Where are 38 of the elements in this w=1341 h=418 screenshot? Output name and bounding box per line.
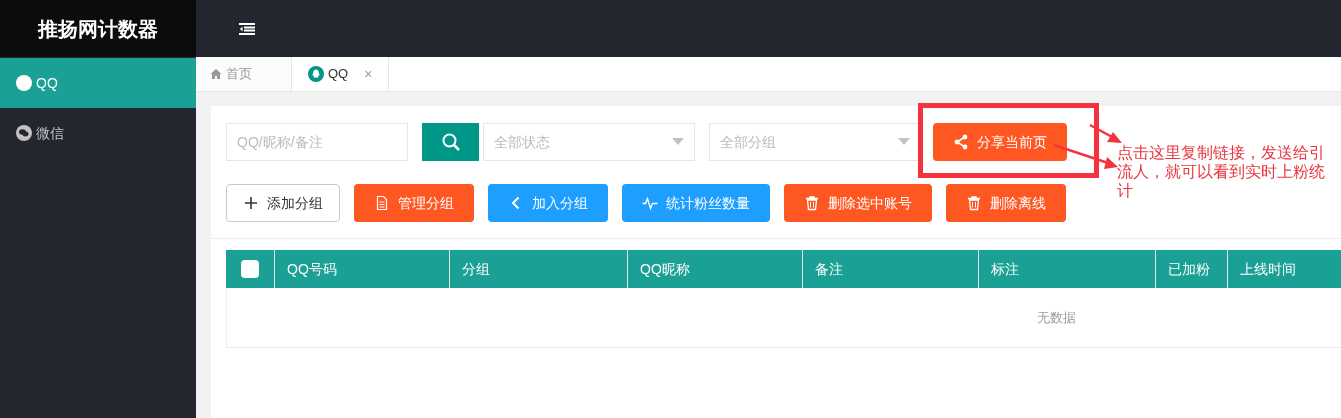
- search-icon: [440, 132, 461, 152]
- dropdown-caret-icon: [672, 138, 684, 146]
- sidebar-item[interactable]: 微信: [0, 108, 196, 158]
- share-icon: [953, 134, 969, 150]
- app-title: 推扬网计数器: [38, 16, 158, 42]
- menu-collapse-icon[interactable]: [239, 22, 255, 35]
- column-header: 已加粉: [1168, 260, 1210, 279]
- search-button[interactable]: [422, 123, 479, 161]
- search-field[interactable]: QQ/昵称/备注: [226, 123, 408, 161]
- select-all-checkbox[interactable]: [241, 260, 259, 278]
- action-button[interactable]: 删除选中账号: [784, 184, 932, 222]
- column-header: QQ昵称: [640, 260, 690, 279]
- action-button[interactable]: 管理分组: [354, 184, 474, 222]
- trash-icon: [804, 195, 820, 211]
- column-header: 分组: [462, 260, 490, 279]
- dropdown-field[interactable]: 全部分组: [709, 123, 921, 161]
- annotation-note: 点击这里复制链接，发送给引流人，就可以看到实时上粉统计: [1117, 143, 1326, 200]
- empty-message: 无数据: [1036, 308, 1076, 327]
- sidebar-item[interactable]: QQ: [0, 58, 196, 108]
- pulse-icon: [642, 195, 658, 211]
- close-icon[interactable]: ×: [364, 64, 373, 84]
- plus-icon: [243, 195, 259, 211]
- trash-icon: [966, 195, 982, 211]
- action-button[interactable]: 统计粉丝数量: [622, 184, 770, 222]
- dropdown-caret-icon: [898, 138, 910, 146]
- column-header: 备注: [815, 260, 843, 279]
- action-button[interactable]: 加入分组: [488, 184, 608, 222]
- column-header: 标注: [991, 260, 1019, 279]
- dropdown-field[interactable]: 全部状态: [483, 123, 695, 161]
- chat-icon: [16, 125, 32, 141]
- document-icon: [374, 195, 390, 211]
- action-button[interactable]: 删除离线: [946, 184, 1066, 222]
- tab[interactable]: 首页: [196, 57, 292, 91]
- column-header: 上线时间: [1240, 260, 1296, 279]
- home-icon: [210, 68, 222, 80]
- action-button[interactable]: 添加分组: [226, 184, 340, 222]
- column-header: QQ号码: [287, 260, 337, 279]
- share-button[interactable]: 分享当前页: [933, 123, 1067, 161]
